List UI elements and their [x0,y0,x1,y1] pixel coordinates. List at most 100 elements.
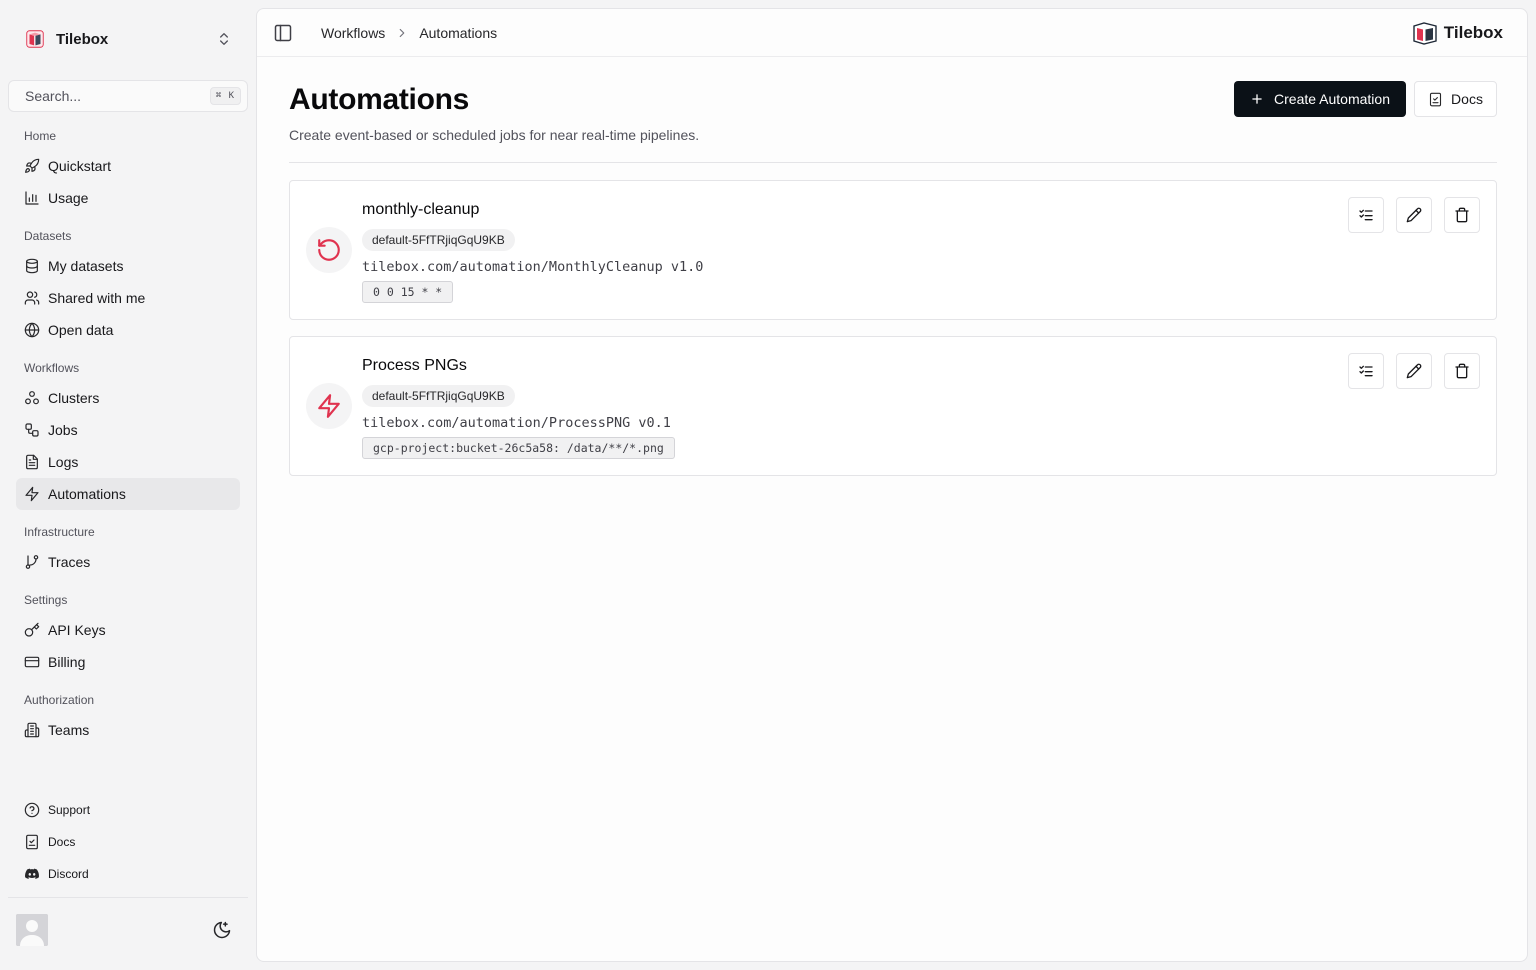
discord-icon [25,868,39,879]
zap-icon [318,394,340,418]
sidebar-item-label: Clusters [48,390,100,406]
docs-label: Docs [1451,91,1483,107]
sidebar-item-traces[interactable]: Traces [16,546,240,578]
sidebar-item-usage[interactable]: Usage [16,182,240,214]
sidebar-item-label: Shared with me [48,290,146,306]
sidebar-item-my-datasets[interactable]: My datasets [16,250,240,282]
chevrons-up-down-icon [220,33,228,45]
sidebar-item-label: Open data [48,322,114,338]
task-identifier: tilebox.com/automation/ProcessPNG v0.1 [362,415,671,431]
docs-button[interactable]: Docs [1414,81,1497,117]
boxes-icon [25,391,39,405]
breadcrumb-workflows[interactable]: Workflows [321,25,385,41]
org-switcher[interactable]: Tilebox [16,22,240,56]
automation-card: monthly-cleanup default-5FfTRjiqGqU9KB t… [289,180,1497,320]
database-icon [26,258,38,274]
book-check-icon [26,834,38,850]
user-silhouette-icon [16,914,48,946]
header-divider [289,162,1497,163]
zap-icon [25,486,39,502]
page-subtitle: Create event-based or scheduled jobs for… [289,127,700,143]
theme-toggle-icon[interactable] [212,920,232,940]
delete-button[interactable] [1444,197,1480,233]
chevron-right-icon [399,28,405,38]
sidebar: Tilebox ⌘ K Home Quickstart Usage Datase… [0,0,256,970]
view-jobs-button[interactable] [1348,353,1384,389]
sidebar-item-teams[interactable]: Teams [16,714,240,746]
automation-type-badge [306,383,352,429]
automation-actions [1348,353,1480,389]
org-name: Tilebox [56,30,109,48]
sidebar-item-clusters[interactable]: Clusters [16,382,240,414]
section-label-authorization: Authorization [24,693,95,707]
sidebar-item-open-data[interactable]: Open data [16,314,240,346]
automation-name[interactable]: monthly-cleanup [362,201,479,219]
pencil-icon [1406,363,1422,379]
sidebar-item-label: API Keys [48,622,106,638]
help-circle-icon [24,802,40,818]
sidebar-link-label: Support [48,803,91,817]
section-label-workflows: Workflows [24,361,80,375]
sidebar-item-jobs[interactable]: Jobs [16,414,240,446]
sidebar-bottom-links: Support Docs Discord [16,794,240,890]
sidebar-item-api-keys[interactable]: API Keys [16,614,240,646]
automation-name[interactable]: Process PNGs [362,357,467,375]
section-label-settings: Settings [24,593,68,607]
panel-left-icon[interactable] [273,23,293,43]
search-shortcut-badge: ⌘ K [209,87,241,105]
delete-button[interactable] [1444,353,1480,389]
top-brand-name: Tilebox [1443,23,1503,42]
pencil-icon [1406,207,1422,223]
sidebar-item-billing[interactable]: Billing [16,646,240,678]
sidebar-link-label: Discord [48,867,89,881]
search-box: ⌘ K [8,80,248,112]
sidebar-link-docs[interactable]: Docs [16,826,240,858]
workflow-icon [25,423,39,437]
search-input[interactable] [25,88,210,104]
task-identifier: tilebox.com/automation/MonthlyCleanup v1… [362,259,704,275]
automation-type-badge [306,227,352,273]
edit-button[interactable] [1396,197,1432,233]
create-automation-button[interactable]: Create Automation [1234,81,1406,117]
sidebar-item-logs[interactable]: Logs [16,446,240,478]
sidebar-item-quickstart[interactable]: Quickstart [16,150,240,182]
file-text-icon [26,454,38,470]
create-automation-label: Create Automation [1274,91,1390,107]
rocket-icon [25,158,40,173]
book-check-icon [1429,92,1442,106]
sidebar-link-discord[interactable]: Discord [16,858,240,890]
sidebar-footer-divider [8,897,248,898]
sidebar-item-label: My datasets [48,258,124,274]
trash-icon [1455,207,1469,223]
automation-card: Process PNGs default-5FfTRjiqGqU9KB tile… [289,336,1497,476]
sidebar-link-support[interactable]: Support [16,794,240,826]
sidebar-item-label: Automations [48,486,126,502]
top-brand[interactable]: Tilebox [1412,21,1503,45]
globe-icon [24,322,40,338]
section-label-home: Home [24,129,57,143]
breadcrumb-automations: Automations [419,25,498,41]
sidebar-item-label: Jobs [48,422,78,438]
sidebar-nav: Home Quickstart Usage Datasets My datase… [16,122,240,746]
sidebar-item-shared-with-me[interactable]: Shared with me [16,282,240,314]
section-label-datasets: Datasets [24,229,72,243]
sidebar-item-label: Teams [48,722,90,738]
user-avatar[interactable] [16,914,48,946]
view-jobs-button[interactable] [1348,197,1384,233]
sidebar-item-label: Billing [48,654,86,670]
key-icon [24,622,40,637]
sidebar-item-automations[interactable]: Automations [16,478,240,510]
list-checks-icon [1359,365,1373,377]
edit-button[interactable] [1396,353,1432,389]
trash-icon [1455,363,1469,379]
section-label-infrastructure: Infrastructure [24,525,95,539]
breadcrumb: Workflows Automations [321,9,497,57]
sidebar-item-label: Traces [48,554,91,570]
trigger-badge: gcp-project:bucket-26c5a58: /data/**/*.p… [362,437,675,459]
users-icon [24,291,40,305]
sidebar-item-label: Usage [48,190,89,206]
tilebox-logo-icon [1413,22,1437,45]
top-bar: Workflows Automations Tilebox [257,9,1527,57]
credit-card-icon [24,656,40,668]
page-title: Automations [289,83,470,116]
